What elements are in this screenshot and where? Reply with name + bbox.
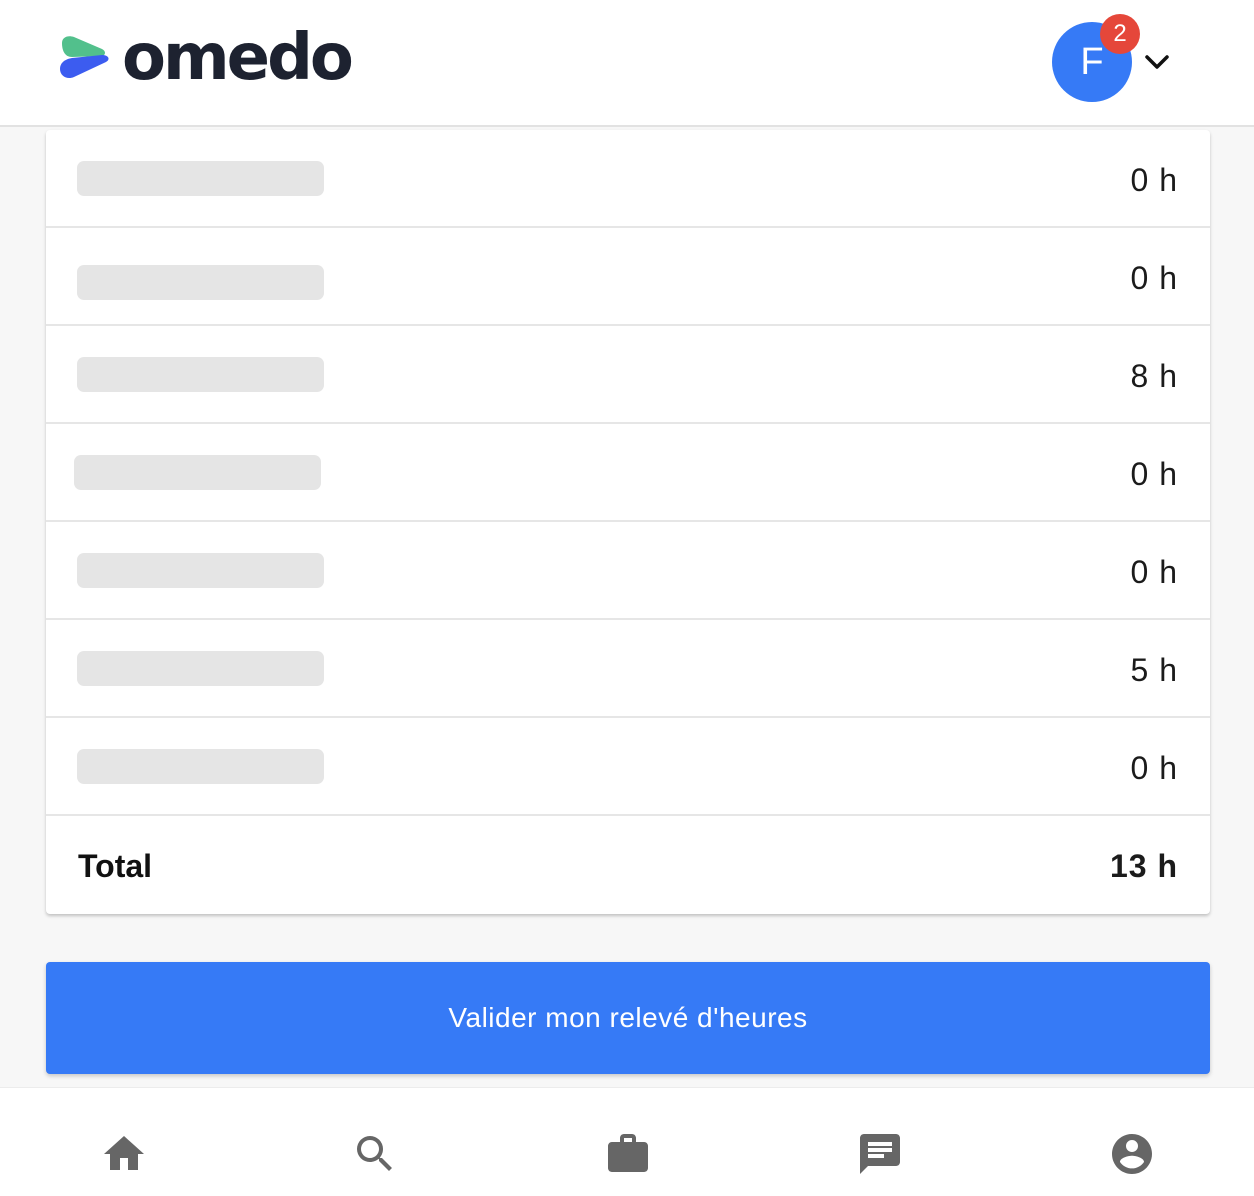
logo-mark-icon (60, 36, 109, 79)
bottom-navigation (0, 1087, 1254, 1196)
timesheet-row: 8 h (46, 326, 1210, 424)
chat-icon (860, 1134, 900, 1174)
day-label-placeholder (77, 161, 324, 196)
row-hours: 0 h (1130, 260, 1178, 296)
account-icon (1112, 1134, 1152, 1174)
row-hours: 8 h (1130, 358, 1178, 394)
timesheet-row: 0 h (46, 130, 1210, 228)
timesheet-row: 0 h (46, 228, 1210, 326)
day-label-placeholder (77, 749, 324, 784)
chevron-down-icon[interactable] (1143, 50, 1171, 74)
search-icon (357, 1136, 392, 1171)
timesheet-row: 0 h (46, 424, 1210, 522)
total-label: Total (78, 848, 153, 884)
nav-missions[interactable] (604, 1130, 652, 1178)
nav-profile[interactable] (1108, 1130, 1156, 1178)
day-label-placeholder (77, 265, 324, 300)
timesheet-card: 0 h 0 h 8 h 0 h 0 h 5 h 0 h Total 13 h (46, 130, 1210, 914)
validate-timesheet-button[interactable]: Valider mon relevé d'heures (46, 962, 1210, 1074)
day-label-placeholder (77, 553, 324, 588)
home-icon (104, 1136, 144, 1170)
omedo-logo[interactable]: omedo (58, 21, 354, 95)
nav-messages[interactable] (856, 1130, 904, 1178)
row-hours: 0 h (1130, 456, 1178, 492)
day-label-placeholder (77, 651, 324, 686)
nav-search[interactable] (351, 1130, 399, 1178)
notification-badge: 2 (1100, 14, 1140, 54)
briefcase-icon (608, 1134, 648, 1172)
row-hours: 5 h (1130, 652, 1178, 688)
row-hours: 0 h (1130, 750, 1178, 786)
total-row: Total 13 h (46, 816, 1210, 914)
day-label-placeholder (77, 357, 324, 392)
row-hours: 0 h (1130, 554, 1178, 590)
day-label-placeholder (74, 455, 321, 490)
logo-wordmark: omedo (122, 21, 354, 95)
nav-home[interactable] (100, 1130, 148, 1178)
timesheet-row: 5 h (46, 620, 1210, 718)
timesheet-row: 0 h (46, 522, 1210, 620)
total-hours: 13 h (1109, 848, 1178, 884)
timesheet-row: 0 h (46, 718, 1210, 816)
row-hours: 0 h (1130, 162, 1178, 198)
top-bar: omedo F 2 (0, 0, 1254, 127)
